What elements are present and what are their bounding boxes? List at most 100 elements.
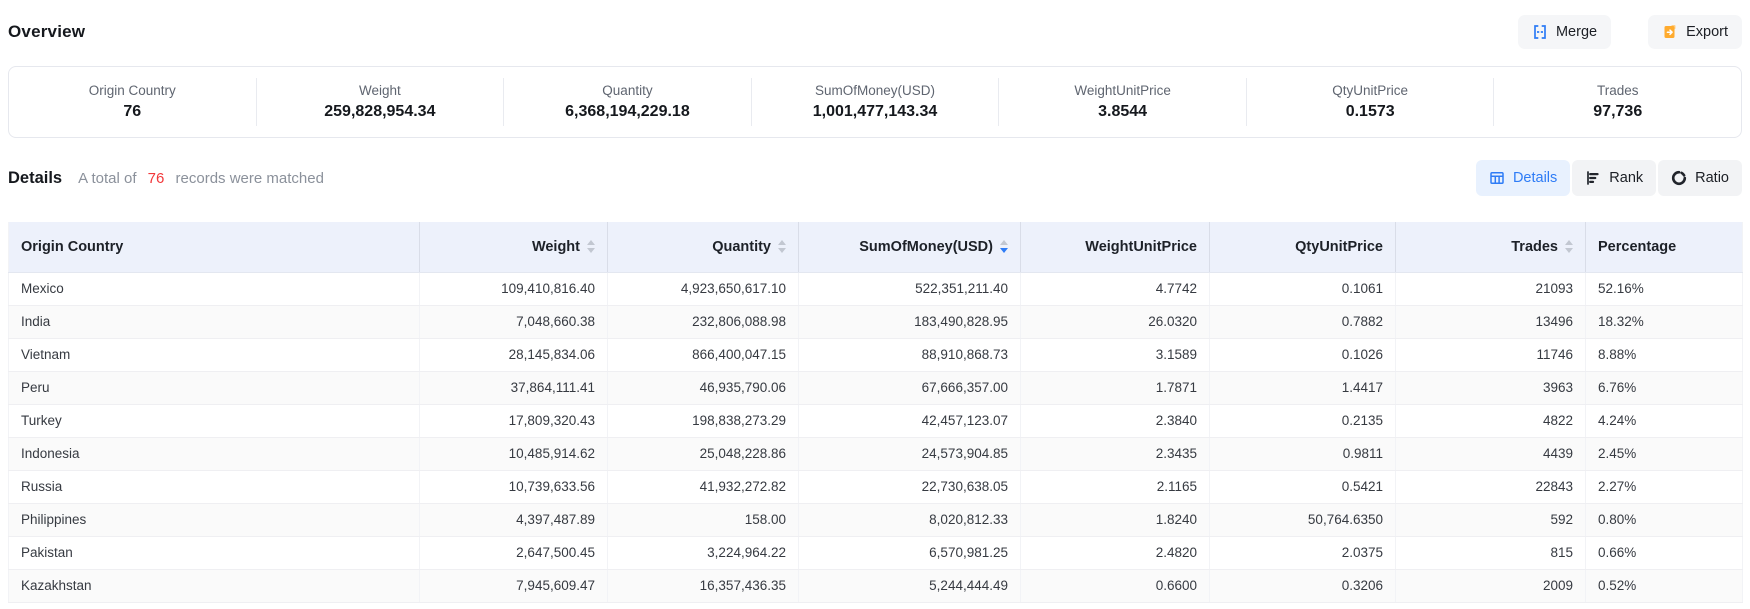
column-header-weight[interactable]: Weight [420,222,608,272]
cell-trades: 22843 [1396,470,1586,503]
cell-quantity: 4,923,650,617.10 [608,272,799,305]
cell-weightunitprice: 26.0320 [1021,305,1210,338]
stat-label: Trades [1597,84,1639,98]
column-label: Quantity [712,239,771,255]
cell-weight: 10,485,914.62 [420,437,608,470]
cell-quantity: 3,224,964.22 [608,536,799,569]
cell-quantity: 232,806,088.98 [608,305,799,338]
column-header-origin-country: Origin Country [9,222,420,272]
cell-qtyunitprice: 1.4417 [1210,371,1396,404]
sort-asc-icon [587,240,595,245]
sort-asc-icon [778,240,786,245]
column-label: WeightUnitPrice [1085,239,1197,255]
cell-weightunitprice: 2.1165 [1021,470,1210,503]
column-header-trades[interactable]: Trades [1396,222,1586,272]
cell-sumofmoney-usd: 88,910,868.73 [799,338,1021,371]
cell-trades: 4439 [1396,437,1586,470]
records-summary-suffix: records were matched [176,170,324,187]
stat-origin-country: Origin Country 76 [9,78,256,126]
cell-percentage: 0.66% [1586,536,1743,569]
tab-ratio[interactable]: Ratio [1658,160,1742,196]
cell-qtyunitprice: 2.0375 [1210,536,1396,569]
merge-button[interactable]: Merge [1518,15,1611,49]
column-header-quantity[interactable]: Quantity [608,222,799,272]
cell-weight: 7,048,660.38 [420,305,608,338]
cell-qtyunitprice: 0.5421 [1210,470,1396,503]
column-label: QtyUnitPrice [1295,239,1383,255]
cell-qtyunitprice: 0.7882 [1210,305,1396,338]
column-header-sumofmoney-usd[interactable]: SumOfMoney(USD) [799,222,1021,272]
stat-label: Origin Country [89,84,176,98]
cell-percentage: 52.16% [1586,272,1743,305]
stat-value: 6,368,194,229.18 [565,104,690,120]
cell-qtyunitprice: 0.9811 [1210,437,1396,470]
cell-sumofmoney-usd: 42,457,123.07 [799,404,1021,437]
table-row: Indonesia10,485,914.6225,048,228.8624,57… [9,437,1743,470]
stat-weight: Weight259,828,954.34 [256,78,504,126]
table-row: Mexico109,410,816.404,923,650,617.10522,… [9,272,1743,305]
export-icon [1662,24,1678,40]
cell-origin-country: Vietnam [9,338,420,371]
stat-value: 76 [123,104,141,120]
cell-weightunitprice: 1.8240 [1021,503,1210,536]
sort-icon[interactable] [1000,240,1008,253]
cell-weightunitprice: 2.3435 [1021,437,1210,470]
cell-trades: 3963 [1396,371,1586,404]
stat-label: SumOfMoney(USD) [815,84,935,98]
records-summary: A total of 76 records were matched [78,170,324,187]
cell-sumofmoney-usd: 522,351,211.40 [799,272,1021,305]
cell-quantity: 16,357,436.35 [608,569,799,602]
sort-desc-icon [1565,248,1573,253]
cell-qtyunitprice: 0.1026 [1210,338,1396,371]
sort-icon[interactable] [587,240,595,253]
table-row: Vietnam28,145,834.06866,400,047.1588,910… [9,338,1743,371]
cell-trades: 815 [1396,536,1586,569]
cell-weight: 109,410,816.40 [420,272,608,305]
sort-asc-icon [1000,240,1008,245]
records-summary-prefix: A total of [78,170,136,187]
cell-sumofmoney-usd: 24,573,904.85 [799,437,1021,470]
cell-origin-country: Pakistan [9,536,420,569]
stat-value: 259,828,954.34 [324,104,435,120]
column-label: SumOfMoney(USD) [859,239,993,255]
cell-weight: 28,145,834.06 [420,338,608,371]
export-button[interactable]: Export [1648,15,1742,49]
stat-label: QtyUnitPrice [1332,84,1408,98]
cell-origin-country: Indonesia [9,437,420,470]
merge-icon [1532,24,1548,40]
tab-rank[interactable]: Rank [1572,160,1656,196]
tab-details[interactable]: Details [1476,160,1570,196]
sort-icon[interactable] [778,240,786,253]
cell-weightunitprice: 1.7871 [1021,371,1210,404]
tab-label: Ratio [1695,170,1729,186]
cell-percentage: 4.24% [1586,404,1743,437]
stat-trades: Trades97,736 [1493,78,1741,126]
cell-sumofmoney-usd: 67,666,357.00 [799,371,1021,404]
sort-desc-icon [1000,248,1008,253]
cell-weight: 2,647,500.45 [420,536,608,569]
cell-sumofmoney-usd: 183,490,828.95 [799,305,1021,338]
view-switcher: DetailsRank Ratio [1476,160,1742,196]
cell-sumofmoney-usd: 6,570,981.25 [799,536,1021,569]
details-bar: Details A total of 76 records were match… [8,160,1742,196]
cell-qtyunitprice: 0.3206 [1210,569,1396,602]
cell-origin-country: India [9,305,420,338]
table-row: Turkey17,809,320.43198,838,273.2942,457,… [9,404,1743,437]
stat-value: 3.8544 [1098,104,1147,120]
cell-quantity: 46,935,790.06 [608,371,799,404]
cell-origin-country: Peru [9,371,420,404]
cell-origin-country: Turkey [9,404,420,437]
cell-weightunitprice: 0.6600 [1021,569,1210,602]
sort-icon[interactable] [1565,240,1573,253]
button-label: Export [1686,24,1728,40]
cell-weight: 4,397,487.89 [420,503,608,536]
cell-weightunitprice: 4.7742 [1021,272,1210,305]
rank-icon [1585,170,1601,186]
record-count: 76 [141,170,172,187]
cell-origin-country: Russia [9,470,420,503]
cell-trades: 4822 [1396,404,1586,437]
cell-percentage: 18.32% [1586,305,1743,338]
ratio-icon [1671,170,1687,186]
stat-value: 0.1573 [1346,104,1395,120]
cell-sumofmoney-usd: 5,244,444.49 [799,569,1021,602]
